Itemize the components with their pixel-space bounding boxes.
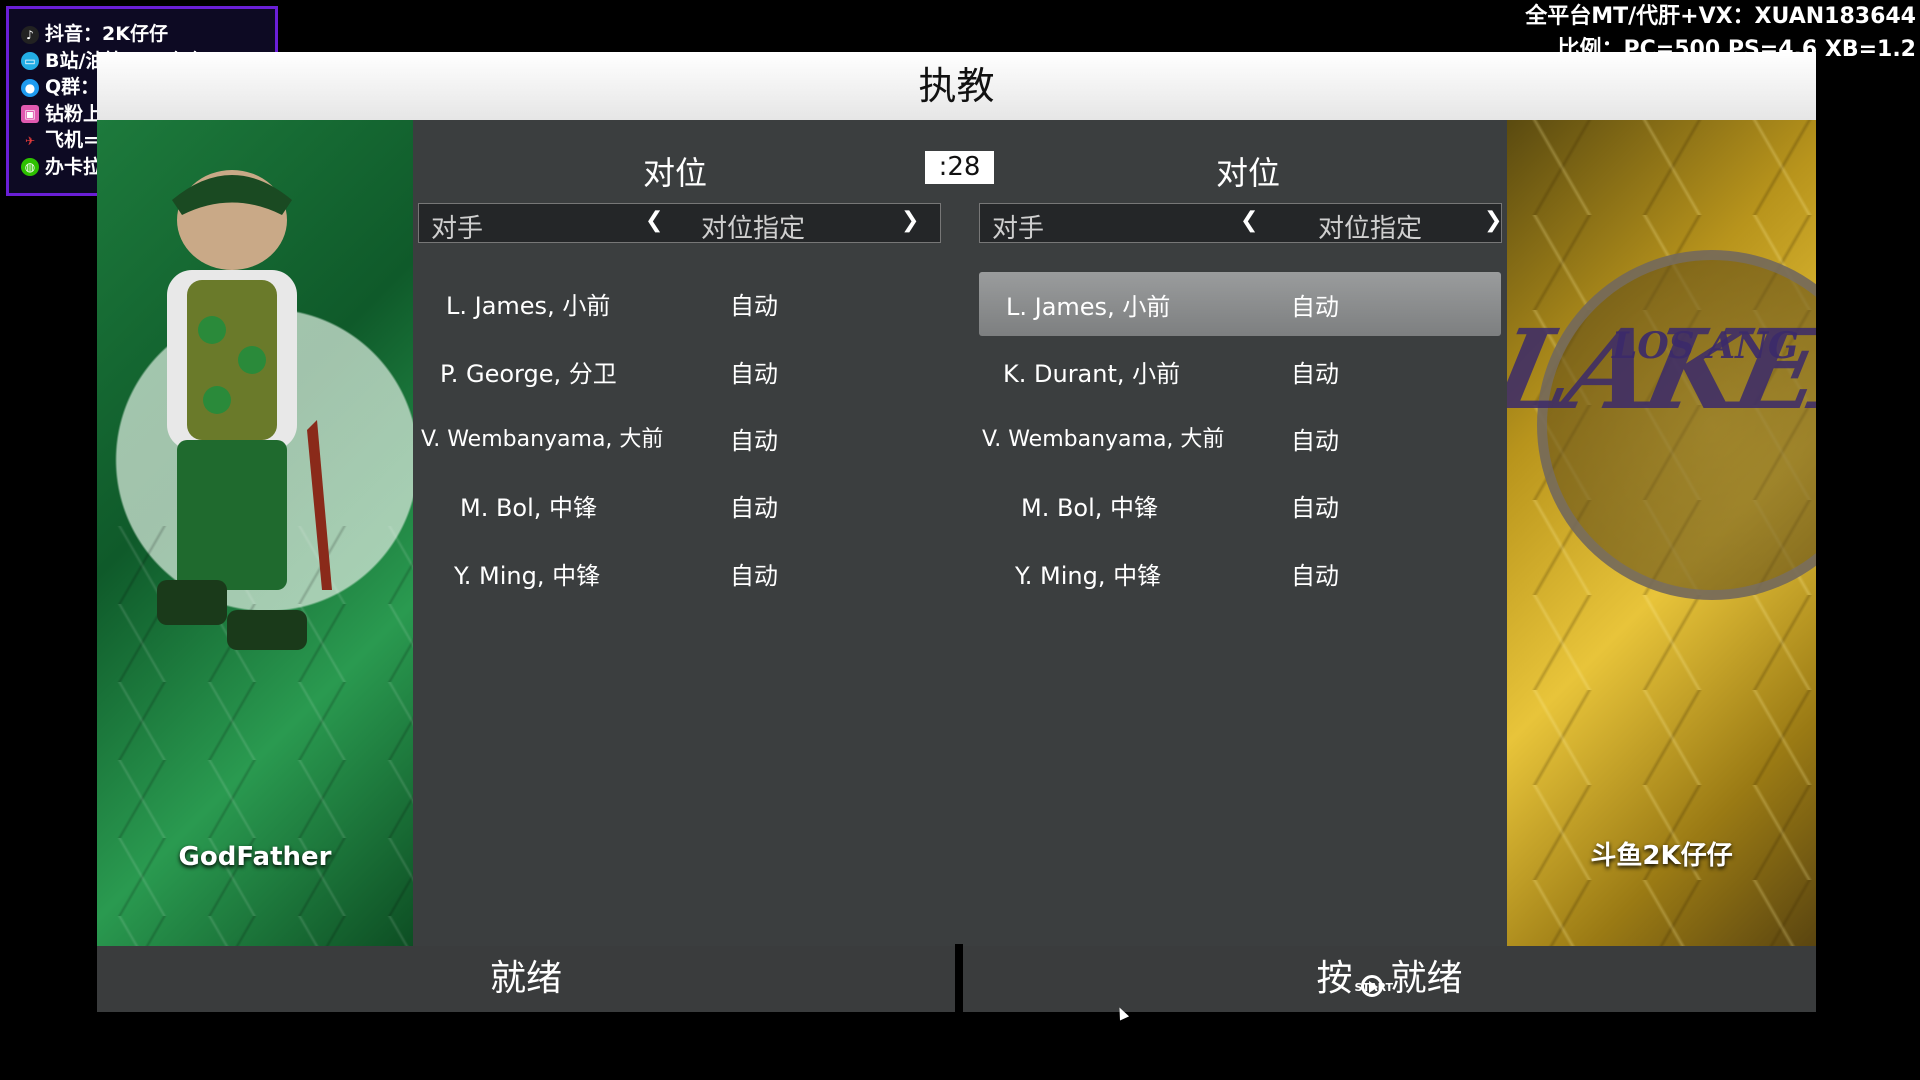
ready-label: 就绪 (1390, 958, 1463, 999)
ready-divider (955, 944, 963, 1012)
right-player-row[interactable]: V. Wembanyama, 大前 自动 (979, 407, 1501, 465)
opponent-label: 对手 (431, 214, 484, 244)
lakers-logo-wordmark: LAKER (1507, 305, 1816, 434)
tiktok-icon: ♪ (21, 25, 39, 44)
left-team-art-panel: GodFather (97, 120, 413, 946)
press-label: 按 (1316, 958, 1353, 999)
chevron-left-icon[interactable]: ❮ (1240, 208, 1258, 233)
wechat-icon: ◍ (21, 158, 39, 176)
left-player-row[interactable]: V. Wembanyama, 大前 自动 (418, 407, 941, 465)
overlay-line-douyin: ♪ 抖音：2K仔仔 (21, 19, 275, 46)
left-ready-button[interactable]: 就绪 (97, 946, 955, 1012)
right-ready-prompt[interactable]: 按 START 就绪 (963, 946, 1816, 1012)
qq-icon: ● (21, 78, 39, 97)
right-user-name: 斗鱼2K仔仔 (1590, 841, 1733, 871)
left-user-name: GodFather (178, 842, 332, 872)
left-player-row[interactable]: Y. Ming, 中锋 自动 (418, 542, 941, 600)
right-player-row[interactable]: M. Bol, 中锋 自动 (979, 474, 1501, 532)
right-player-row-selected[interactable]: L. James, 小前 自动 (979, 272, 1501, 336)
left-column-title: 对位 (642, 154, 707, 192)
right-matchup-selector[interactable]: 对手 ❮ 对位指定 ❯ (979, 203, 1502, 244)
right-column-title: 对位 (1215, 154, 1280, 192)
right-team-art-panel: LOS ANG LAKER 斗鱼2K仔仔 (1507, 120, 1816, 946)
countdown-timer: :28 (925, 151, 994, 184)
page-title: 执教 (97, 52, 1816, 120)
chevron-right-icon[interactable]: ❯ (901, 208, 919, 233)
left-player-row[interactable]: P. George, 分卫 自动 (418, 340, 941, 398)
chevron-left-icon[interactable]: ❮ (645, 208, 663, 233)
right-player-row[interactable]: K. Durant, 小前 自动 (979, 340, 1501, 398)
promo-line-1: 全平台MT/代肝+VX：XUAN183644 (1525, 4, 1916, 29)
plane-icon: ✈ (24, 133, 36, 148)
opponent-label: 对手 (992, 214, 1045, 244)
matchup-assign-label: 对位指定 (1318, 214, 1423, 244)
right-player-row[interactable]: Y. Ming, 中锋 自动 (979, 542, 1501, 600)
bilibili-icon: ▭ (21, 52, 39, 70)
celtics-leprechaun-logo (157, 170, 332, 650)
matchup-assign-label: 对位指定 (701, 214, 806, 244)
chevron-right-icon[interactable]: ❯ (1484, 208, 1502, 233)
left-player-row[interactable]: M. Bol, 中锋 自动 (418, 474, 941, 532)
gift-icon: ▣ (21, 105, 39, 123)
left-player-row[interactable]: L. James, 小前 自动 (418, 272, 941, 330)
left-matchup-selector[interactable]: 对手 ❮ 对位指定 ❯ (418, 203, 941, 244)
start-button-icon: START (1355, 965, 1393, 997)
